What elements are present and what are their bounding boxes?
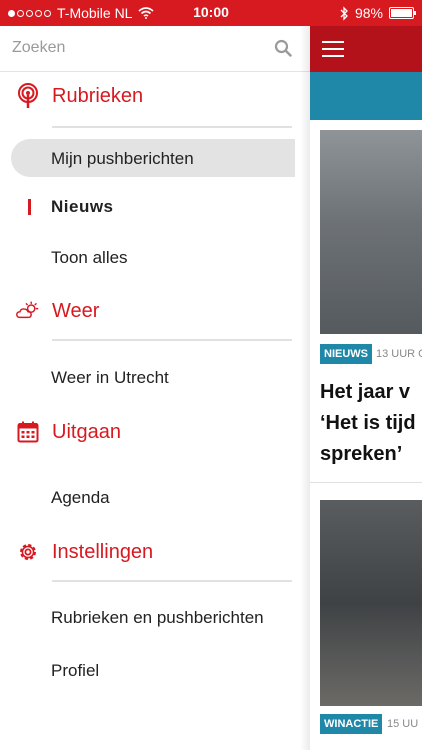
article-timestamp: 15 UU [387, 718, 419, 730]
broadcast-icon [16, 83, 40, 108]
gear-icon [16, 540, 40, 564]
section-label: Instellingen [52, 540, 154, 563]
category-badge: NIEUWS [320, 344, 372, 364]
article-headline[interactable]: Het jaar v ‘Het is tijd spreken’ [320, 377, 422, 470]
drawer-shadow [300, 26, 310, 750]
hamburger-menu-icon[interactable] [322, 41, 344, 62]
search-bar[interactable]: Zoeken [0, 26, 310, 72]
section-divider [52, 339, 292, 341]
menu-item-nieuws[interactable]: Nieuws [28, 197, 114, 217]
menu-item-toon-alles[interactable]: Toon alles [51, 248, 128, 268]
main-content-peek[interactable]: NIEUWS 13 UUR G Het jaar v ‘Het is tijd … [310, 26, 422, 750]
section-rubrieken[interactable]: Rubrieken [16, 83, 144, 108]
menu-item-label: Nieuws [51, 197, 114, 216]
section-instellingen[interactable]: Instellingen [16, 540, 153, 564]
section-uitgaan[interactable]: Uitgaan [16, 420, 121, 444]
article-image[interactable] [320, 130, 422, 334]
menu-item-mijn-pushberichten[interactable]: Mijn pushberichten [11, 139, 295, 177]
section-label: Weer [52, 299, 100, 322]
battery-icon [389, 7, 416, 19]
search-icon[interactable] [274, 39, 292, 57]
active-indicator [28, 199, 31, 215]
menu-item-rubrieken-en-pushberichten[interactable]: Rubrieken en pushberichten [51, 608, 264, 628]
battery-fill [391, 9, 412, 17]
navigation-drawer: Zoeken Rubrieken Mijn pushberichten Nieu… [0, 26, 310, 750]
tab-bar [310, 72, 422, 120]
article-timestamp: 13 UUR G [376, 348, 422, 360]
search-input[interactable]: Zoeken [12, 39, 65, 57]
section-label: Rubrieken [52, 84, 144, 107]
category-badge: WINACTIE [320, 714, 383, 734]
weather-sun-cloud-icon [16, 299, 40, 323]
section-label: Uitgaan [52, 420, 121, 443]
article-image[interactable] [320, 500, 422, 706]
article-divider [310, 482, 422, 483]
menu-item-label: Mijn pushberichten [51, 149, 194, 168]
menu-item-weer-in-utrecht[interactable]: Weer in Utrecht [51, 368, 169, 388]
section-weer[interactable]: Weer [16, 299, 99, 323]
battery-percent: 98% [354, 5, 383, 21]
menu-item-agenda[interactable]: Agenda [51, 488, 110, 508]
status-right: 98% [339, 5, 416, 21]
section-divider [52, 580, 292, 582]
section-divider [52, 126, 292, 128]
headline-line: Het jaar v [320, 381, 411, 403]
headline-line: spreken’ [320, 443, 403, 465]
bluetooth-icon [340, 5, 348, 21]
menu-item-profiel[interactable]: Profiel [51, 661, 99, 681]
app-header [310, 26, 422, 72]
headline-line: ‘Het is tijd [320, 412, 416, 434]
calendar-icon [16, 420, 40, 444]
status-bar: T-Mobile NL 10:00 98% [0, 0, 422, 26]
